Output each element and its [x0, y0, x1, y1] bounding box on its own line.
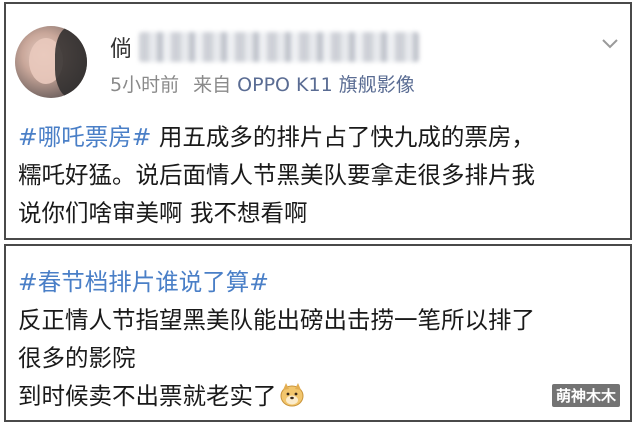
- username[interactable]: 倘: [110, 30, 420, 64]
- post-body: #春节档排片谁说了算# 反正情人节指望黑美队能出磅出击捞一笔所以排了 很多的影院到时…: [18, 263, 620, 415]
- post-time: 5小时前: [110, 74, 180, 96]
- post-device[interactable]: OPPO K11 旗舰影像: [237, 74, 415, 96]
- post-text-line-2: 很多的影院: [18, 344, 136, 372]
- avatar-hair: [55, 26, 87, 98]
- post-text-line-1: 用五成多的排片占了快九成的票房，: [151, 123, 535, 151]
- watermark: 萌神木木: [551, 384, 620, 407]
- topic-link[interactable]: #春节档排片谁说了算#: [18, 268, 269, 296]
- post-text-line-1: 反正情人节指望黑美队能出磅出击捞一笔所以排了: [18, 306, 535, 334]
- post-body: #哪吒票房# 用五成多的排片占了快九成的票房， 糯吒好猛。说后面情人节黑美队要拿走…: [18, 118, 620, 232]
- post-text-line-2: 糯吒好猛。说后面情人节黑美队要拿走很多排片我: [18, 161, 535, 189]
- weibo-post-2: #春节档排片谁说了算# 反正情人节指望黑美队能出磅出击捞一笔所以排了 很多的影院到时…: [4, 244, 632, 422]
- doge-emoji-icon: [280, 383, 303, 407]
- post-text-line-3: 说你们啥审美啊 我不想看啊: [18, 199, 308, 227]
- post-text-line-3: 到时候卖不出票就老实了: [18, 382, 277, 410]
- weibo-post-1: 倘 5小时前 来自 OPPO K11 旗舰影像 #哪吒票房# 用五成多的排片占了…: [4, 2, 632, 240]
- post-meta: 5小时前 来自 OPPO K11 旗舰影像: [110, 70, 415, 97]
- topic-link[interactable]: #哪吒票房#: [18, 123, 151, 151]
- user-avatar[interactable]: [15, 26, 87, 98]
- chevron-down-icon[interactable]: [600, 34, 620, 54]
- username-visible-char: 倘: [110, 37, 134, 62]
- post-source-label: 来自: [193, 74, 232, 96]
- username-blurred: [139, 32, 420, 62]
